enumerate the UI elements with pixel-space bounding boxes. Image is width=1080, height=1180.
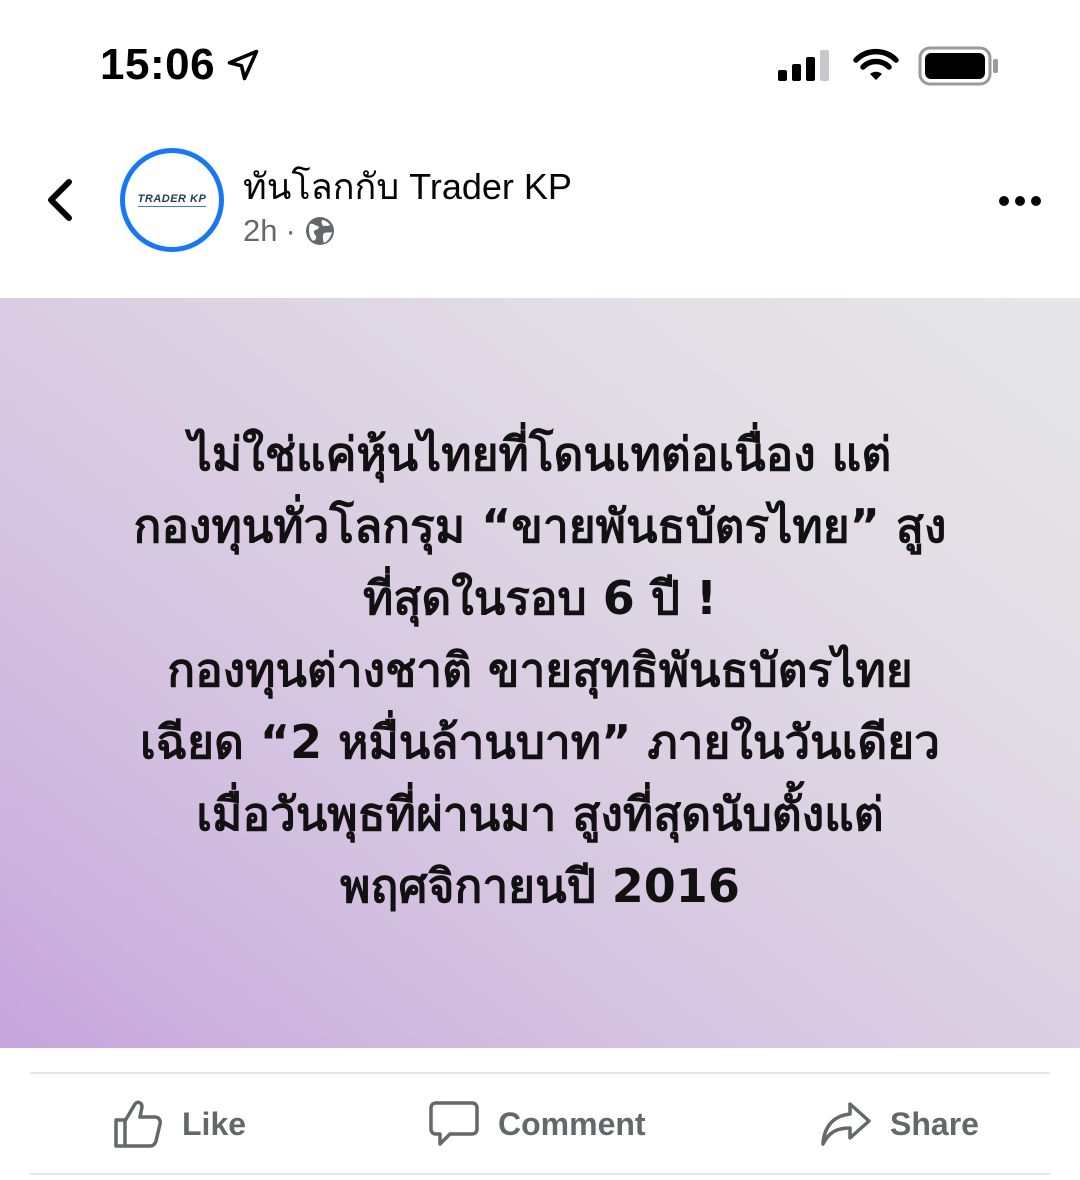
wifi-icon [853,48,899,80]
cellular-signal-icon [778,50,829,81]
share-arrow-icon [821,1102,871,1146]
like-label: Like [182,1105,247,1142]
location-arrow-icon [227,49,259,81]
comment-bubble-icon [429,1101,479,1146]
post-text: ไม่ใช่แค่หุ้นไทยที่โดนเทต่อเนื่อง แต่ กอ… [60,418,1020,922]
share-label: Share [890,1105,979,1142]
post-text-line: เมื่อวันพุธที่ผ่านมา สูงที่สุดนับตั้งแต่ [196,787,884,841]
post-text-line: ไม่ใช่แค่หุ้นไทยที่โดนเทต่อเนื่อง แต่ [188,427,892,481]
share-button[interactable]: Share [820,1075,979,1173]
chevron-left-icon [48,179,72,221]
status-bar: 15:06 [0,0,1080,130]
more-options-button[interactable] [996,186,1044,216]
page-avatar[interactable]: TRADER KP [120,148,224,252]
globe-icon [305,217,334,245]
avatar-logo: TRADER KP [137,193,207,207]
battery-icon [918,46,998,86]
post-card[interactable]: ไม่ใช่แค่หุ้นไทยที่โดนเทต่อเนื่อง แต่ กอ… [0,298,1080,1048]
comment-button[interactable]: Comment [428,1075,646,1173]
thumbs-up-icon [114,1100,162,1148]
post-header: TRADER KP ทันโลกกับ Trader KP 2h · [0,130,1080,298]
actions-bottom-divider [30,1173,1050,1175]
back-button[interactable] [38,175,82,225]
page-name[interactable]: ทันโลกกับ Trader KP [243,158,572,215]
ellipsis-icon [999,196,1041,206]
comment-label: Comment [498,1105,646,1142]
post-text-line: กองทุนทั่วโลกรุม “ขายพันธบัตรไทย” สูง [133,499,947,553]
post-text-line: กองทุนต่างชาติ ขายสุทธิพันธบัตรไทย [167,643,913,697]
action-bar: Like Comment Share [0,1075,1080,1173]
post-time[interactable]: 2h [243,213,277,249]
post-text-line: ที่สุดในรอบ 6 ปี ! [363,571,717,625]
status-time-text: 15:06 [100,40,216,89]
like-button[interactable]: Like [112,1075,246,1173]
status-time: 15:06 [100,40,261,90]
actions-top-divider [30,1072,1050,1074]
post-meta: 2h · [243,213,336,249]
post-text-line: พฤศจิกายนปี 2016 [340,859,740,913]
post-text-line: เฉียด “2 หมื่นล้านบาท” ภายในวันเดียว [140,715,940,769]
meta-separator: · [285,213,296,248]
